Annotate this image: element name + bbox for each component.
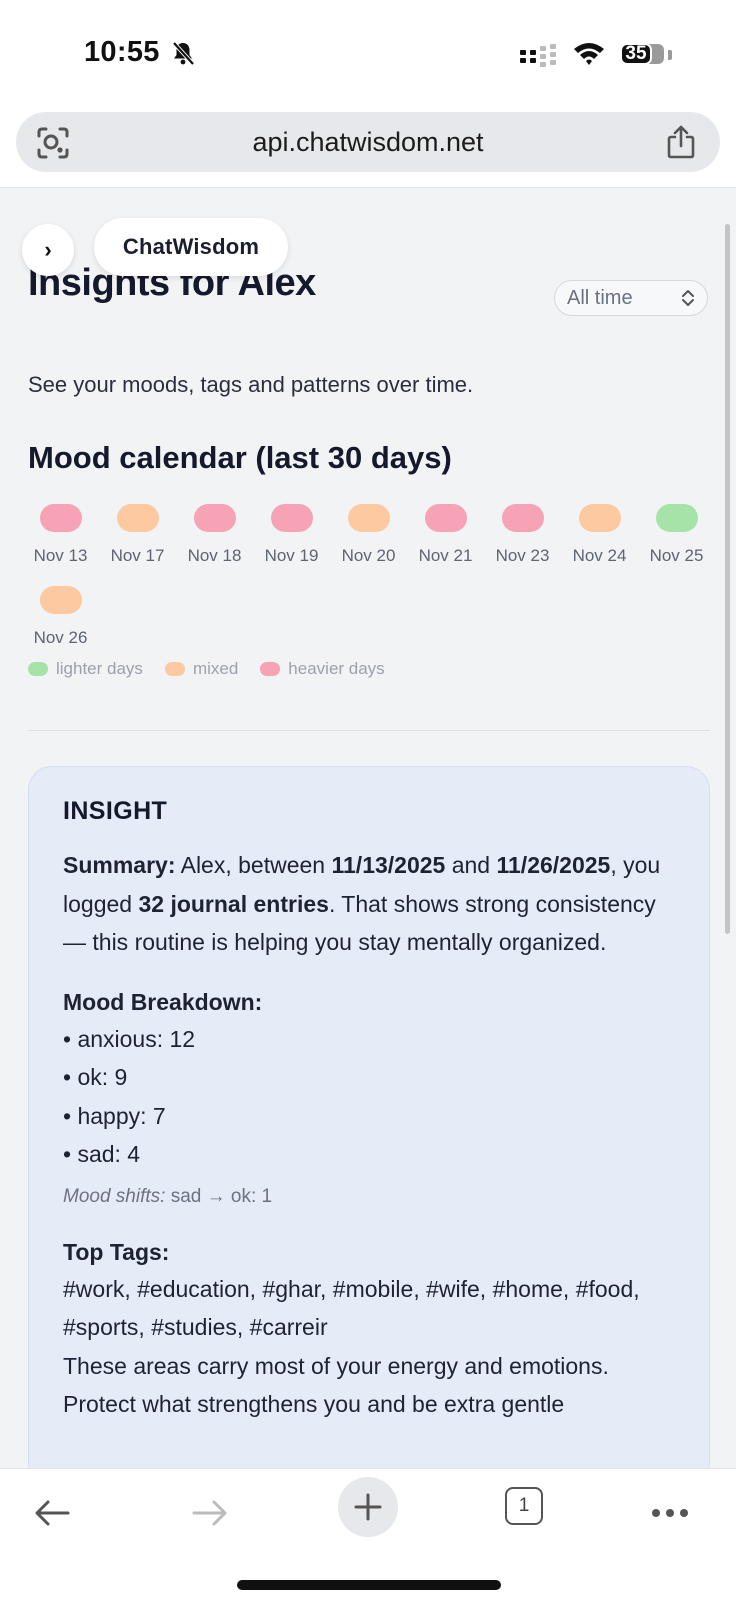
more-dots-icon <box>652 1509 688 1517</box>
share-icon[interactable] <box>664 124 698 160</box>
mood-shifts-value: sad → ok: 1 <box>165 1185 273 1207</box>
calendar-day[interactable]: Nov 21 <box>407 504 484 566</box>
legend-dot-lighter <box>28 662 48 676</box>
insight-heading: INSIGHT <box>63 797 168 825</box>
top-tags-title: Top Tags: <box>63 1238 170 1265</box>
chevron-updown-icon <box>682 290 694 306</box>
mood-dot <box>116 504 159 532</box>
mood-dot <box>347 504 390 532</box>
forward-button[interactable] <box>186 1489 234 1537</box>
mood-dot <box>39 504 82 532</box>
calendar-day[interactable]: Nov 25 <box>638 504 715 566</box>
calendar-day-label: Nov 26 <box>33 628 88 647</box>
arrow-left-icon <box>35 1500 70 1526</box>
calendar-day-label: Nov 21 <box>418 546 473 565</box>
plus-icon <box>354 1493 382 1521</box>
brand-badge[interactable]: ChatWisdom <box>94 218 288 276</box>
legend-lighter: lighter days <box>28 659 143 679</box>
tags-note: These areas carry most of your energy an… <box>63 1352 609 1418</box>
summary-text: Alex, between <box>175 852 332 878</box>
status-time: 10:55 <box>84 36 160 68</box>
calendar-day-label: Nov 20 <box>341 546 396 565</box>
mood-dot <box>501 504 544 532</box>
calendar-day[interactable]: Nov 24 <box>561 504 638 566</box>
calendar-day-label: Nov 17 <box>110 546 165 565</box>
calendar-day[interactable]: Nov 23 <box>484 504 561 566</box>
page-subtitle: See your moods, tags and patterns over t… <box>28 372 474 397</box>
mood-legend: lighter days mixed heavier days <box>28 659 407 679</box>
signal-icon <box>520 44 556 67</box>
mood-breakdown-item: • ok: 9 <box>63 1064 128 1090</box>
legend-mixed: mixed <box>164 659 239 679</box>
status-bar: 10:55 35 <box>0 0 736 108</box>
mood-dot <box>655 504 698 532</box>
insight-card: INSIGHT Summary: Alex, between 11/13/202… <box>28 766 710 1486</box>
calendar-day-label: Nov 13 <box>33 546 88 565</box>
battery-level: 35 <box>620 43 652 65</box>
mood-breakdown-item: • sad: 4 <box>63 1141 141 1167</box>
sidebar-toggle-button[interactable]: › <box>22 224 74 276</box>
summary-end-date: 11/26/2025 <box>496 852 611 878</box>
legend-heavier-label: heavier days <box>288 659 385 678</box>
legend-lighter-label: lighter days <box>56 659 143 678</box>
mood-shifts: Mood shifts: sad → ok: 1 <box>63 1182 675 1212</box>
browser-url-area: api.chatwisdom.net <box>0 108 736 188</box>
calendar-day-label: Nov 19 <box>264 546 319 565</box>
calendar-day-label: Nov 18 <box>187 546 242 565</box>
mood-shifts-label: Mood shifts: <box>63 1185 166 1207</box>
page-scrollbar[interactable] <box>725 224 730 934</box>
wifi-icon <box>574 43 604 65</box>
calendar-day[interactable]: Nov 20 <box>330 504 407 566</box>
calendar-day-label: Nov 24 <box>572 546 627 565</box>
section-divider <box>28 730 710 731</box>
tabs-button[interactable]: 1 <box>505 1487 543 1525</box>
legend-dot-heavier <box>260 662 281 676</box>
time-range-select[interactable]: All time <box>554 280 708 316</box>
tabs-count: 1 <box>518 1495 530 1516</box>
battery-cap <box>668 50 672 60</box>
calendar-day-label: Nov 25 <box>649 546 704 565</box>
mood-breakdown-item: • anxious: 12 <box>63 1025 196 1052</box>
mood-calendar-title: Mood calendar (last 30 days) <box>28 440 452 475</box>
calendar-day[interactable]: Nov 17 <box>99 504 176 566</box>
calendar-day[interactable]: Nov 18 <box>176 504 253 566</box>
mood-breakdown-item: • happy: 7 <box>63 1102 166 1129</box>
mood-calendar-grid: Nov 13 Nov 17 Nov 18 Nov 19 Nov 20 Nov 2… <box>22 504 722 648</box>
mood-dot <box>270 504 313 532</box>
more-button[interactable] <box>646 1489 694 1537</box>
mood-dot <box>424 504 467 532</box>
url-text[interactable]: api.chatwisdom.net <box>16 127 720 158</box>
calendar-day[interactable]: Nov 13 <box>22 504 99 566</box>
calendar-day[interactable]: Nov 19 <box>253 504 330 566</box>
legend-mixed-label: mixed <box>192 659 239 678</box>
arrow-right-icon <box>192 1500 227 1526</box>
back-button[interactable] <box>28 1489 76 1537</box>
home-indicator <box>237 1580 501 1590</box>
summary-entry-count: 32 journal entries <box>138 890 329 917</box>
battery-icon: 35 <box>616 40 666 68</box>
mood-dot <box>578 504 621 532</box>
legend-dot-mixed <box>164 662 185 676</box>
insight-summary: Summary: Alex, between 11/13/2025 and 11… <box>63 846 675 962</box>
legend-heavier: heavier days <box>260 659 385 679</box>
mood-dot <box>39 586 82 614</box>
top-tags-list: #work, #education, #ghar, #mobile, #wife… <box>63 1275 640 1341</box>
address-bar[interactable]: api.chatwisdom.net <box>16 112 720 172</box>
time-range-value: All time <box>567 286 633 309</box>
mood-dot <box>193 504 236 532</box>
summary-start-date: 11/13/2025 <box>331 852 446 878</box>
bell-slash-icon <box>172 41 195 66</box>
summary-text: and <box>445 852 497 878</box>
calendar-day[interactable]: Nov 26 <box>22 586 99 648</box>
calendar-day-label: Nov 23 <box>495 546 550 565</box>
summary-label: Summary: <box>63 852 176 878</box>
chevron-right-icon: › <box>44 237 52 262</box>
mood-breakdown-title: Mood Breakdown: <box>63 988 263 1015</box>
new-tab-button[interactable] <box>338 1477 398 1537</box>
